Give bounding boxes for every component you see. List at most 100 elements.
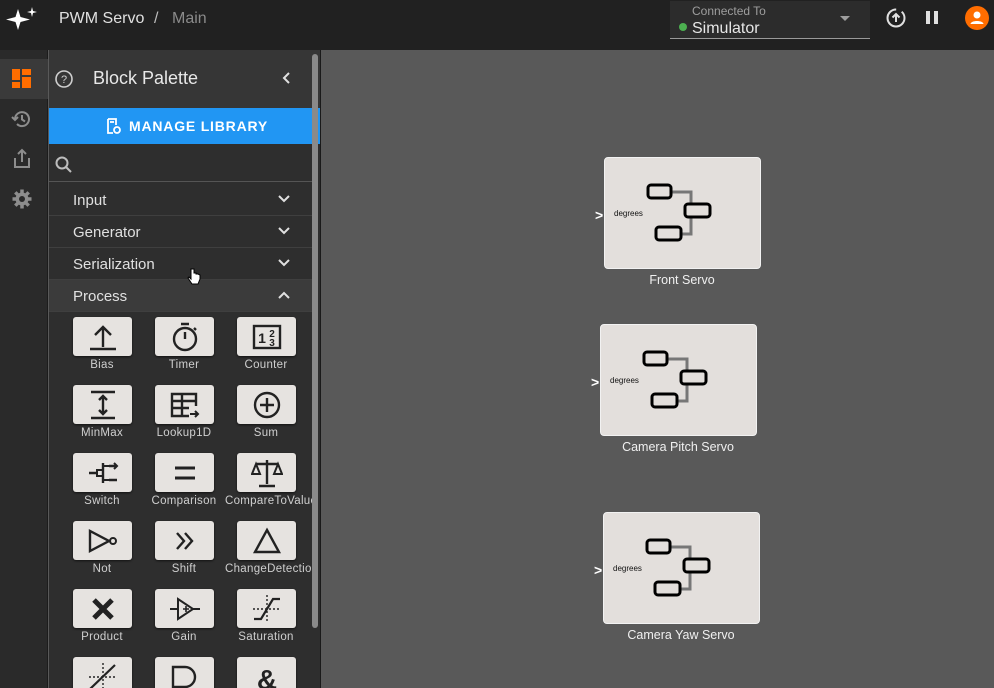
svg-text:1: 1 — [258, 330, 266, 346]
timer-icon — [172, 322, 198, 352]
category-label: Serialization — [73, 256, 155, 273]
block-switch[interactable]: Switch — [61, 453, 143, 515]
block-timer[interactable]: Timer — [143, 317, 225, 379]
block-tile[interactable] — [73, 521, 132, 560]
category-input[interactable]: Input — [49, 184, 314, 216]
breadcrumb-page[interactable]: Main — [172, 10, 207, 28]
rail-dashboard[interactable] — [0, 59, 48, 99]
pause-icon[interactable] — [920, 6, 944, 30]
block-tile[interactable] — [73, 453, 132, 492]
library-settings-icon — [107, 118, 121, 134]
block-deadzone[interactable] — [61, 657, 143, 688]
block-label: Saturation — [238, 631, 294, 643]
palette-search — [49, 146, 314, 182]
sum-icon — [253, 391, 281, 419]
block-product[interactable]: Product — [61, 589, 143, 651]
block-gain[interactable]: Gain — [143, 589, 225, 651]
svg-text:&: & — [257, 664, 277, 688]
block-tile[interactable] — [73, 657, 132, 688]
ampersand-icon: & — [257, 664, 277, 688]
block-label: Timer — [168, 359, 200, 371]
block-and[interactable] — [143, 657, 225, 688]
rail-settings[interactable] — [0, 179, 48, 219]
user-avatar-icon[interactable] — [965, 6, 989, 30]
chevron-down-icon — [278, 227, 290, 235]
deploy-icon[interactable] — [884, 6, 908, 30]
block-tile[interactable] — [237, 385, 296, 424]
block-tile[interactable] — [155, 385, 214, 424]
subsystem-icon — [642, 350, 708, 409]
category-label: Process — [73, 288, 128, 305]
block-tile[interactable] — [237, 589, 296, 628]
lookup-table-icon — [170, 392, 200, 418]
block-bias[interactable]: Bias — [61, 317, 143, 379]
block-tile[interactable] — [155, 589, 214, 628]
block-tile[interactable] — [73, 385, 132, 424]
help-icon[interactable]: ? — [54, 69, 74, 89]
sparkle-logo-icon[interactable] — [4, 5, 38, 33]
breadcrumb-app[interactable]: PWM Servo — [59, 10, 144, 28]
block-tile[interactable] — [155, 317, 214, 356]
block-tile[interactable] — [155, 657, 214, 688]
category-generator[interactable]: Generator — [49, 216, 314, 248]
block-label: MinMax — [80, 427, 124, 439]
search-input[interactable] — [79, 152, 309, 176]
chevron-down-icon — [278, 259, 290, 267]
block-ampersand[interactable]: & — [225, 657, 307, 688]
block-comparetovalue[interactable]: CompareToValue — [225, 453, 317, 515]
palette-title: Block Palette — [93, 68, 199, 88]
input-port-arrow-icon[interactable]: > — [595, 207, 603, 223]
palette-scrollbar[interactable] — [312, 54, 318, 628]
block-tile[interactable]: & — [237, 657, 296, 688]
hand-cursor-icon — [187, 268, 201, 285]
block-shift[interactable]: Shift — [143, 521, 225, 583]
connection-select[interactable]: Connected To Simulator — [670, 1, 870, 39]
block-label: ChangeDetection — [225, 563, 319, 575]
block-saturation[interactable]: Saturation — [225, 589, 307, 651]
side-rail — [0, 50, 48, 688]
diagram-canvas[interactable]: > degrees Front Servo > degrees Camera P… — [187, 50, 994, 688]
category-process[interactable]: Process — [49, 280, 314, 312]
palette-header: ? Block Palette — [49, 50, 320, 108]
block-tile[interactable] — [73, 589, 132, 628]
node-front-servo[interactable]: > degrees — [595, 157, 761, 269]
input-port-arrow-icon[interactable]: > — [591, 374, 599, 390]
block-sum[interactable]: Sum — [225, 385, 307, 447]
product-icon — [92, 598, 114, 620]
block-minmax[interactable]: MinMax — [61, 385, 143, 447]
block-tile[interactable]: 1 2 3 — [237, 317, 296, 356]
port-label: degrees — [614, 209, 643, 218]
block-lookup1d[interactable]: Lookup1D — [143, 385, 225, 447]
block-tile[interactable] — [237, 453, 296, 492]
input-port-arrow-icon[interactable]: > — [594, 562, 602, 578]
rail-share[interactable] — [0, 139, 48, 179]
block-label: Gain — [171, 631, 197, 643]
settings-icon — [12, 189, 32, 209]
manage-library-button[interactable]: MANAGE LIBRARY — [49, 108, 320, 144]
connection-value: Simulator — [692, 20, 760, 37]
breadcrumb-separator: / — [154, 10, 159, 27]
block-tile[interactable] — [155, 453, 214, 492]
block-tile[interactable] — [73, 317, 132, 356]
chevron-left-icon[interactable] — [279, 70, 295, 86]
node-camera-yaw-servo[interactable]: > degrees — [594, 512, 760, 624]
node-camera-pitch-servo[interactable]: > degrees — [591, 324, 757, 436]
shift-icon — [176, 532, 194, 550]
category-serialization[interactable]: Serialization — [49, 248, 314, 280]
block-label: Product — [81, 631, 123, 643]
port-label: degrees — [610, 376, 639, 385]
block-comparison[interactable]: Comparison — [143, 453, 225, 515]
chevron-down-icon — [840, 16, 850, 21]
block-label: Not — [92, 563, 112, 575]
not-gate-icon — [88, 529, 117, 553]
history-icon — [11, 111, 30, 128]
block-counter[interactable]: 1 2 3 Counter — [225, 317, 307, 379]
switch-icon — [89, 462, 119, 483]
connection-label: Connected To — [692, 4, 766, 18]
block-tile[interactable] — [237, 521, 296, 560]
block-tile[interactable] — [155, 521, 214, 560]
comparison-icon — [175, 466, 195, 480]
block-not[interactable]: Not — [61, 521, 143, 583]
rail-history[interactable] — [0, 99, 48, 139]
block-changedetection[interactable]: ChangeDetection — [225, 521, 319, 583]
